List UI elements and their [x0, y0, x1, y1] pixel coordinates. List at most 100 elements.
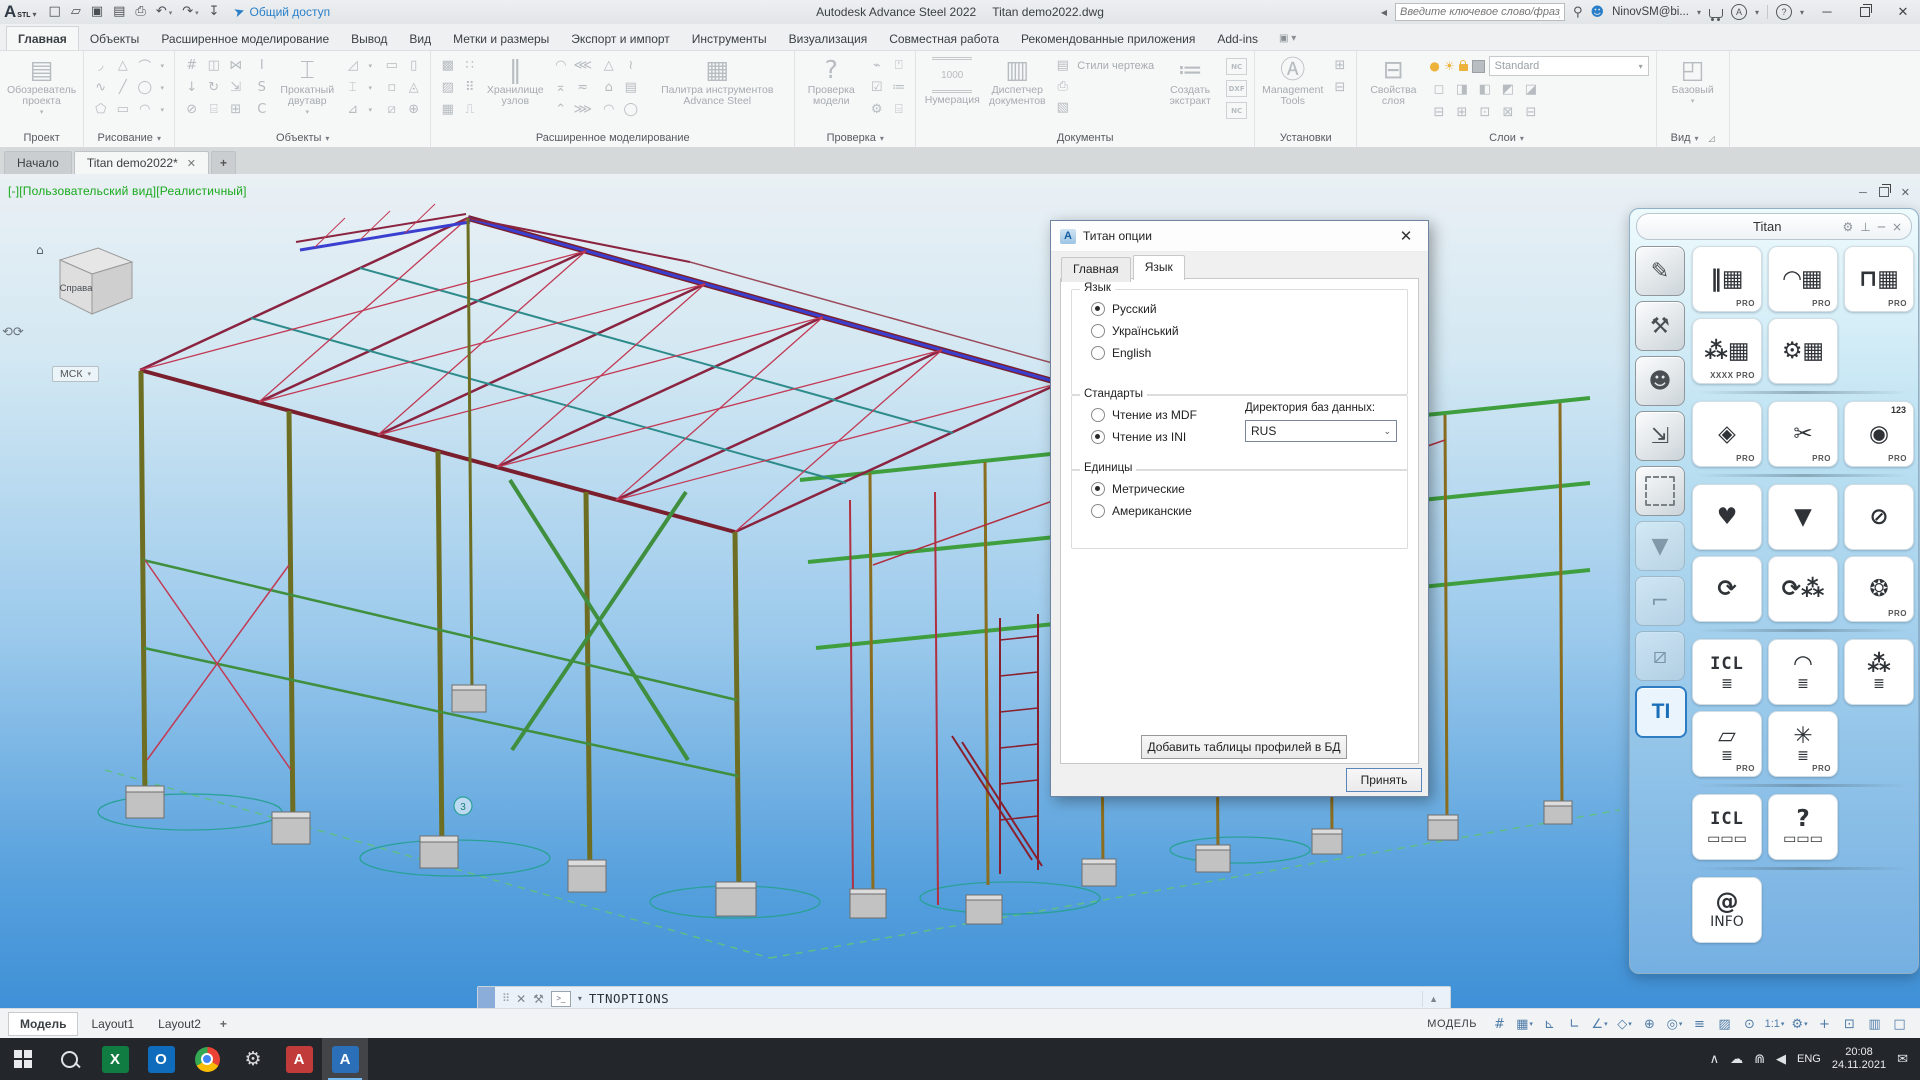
- viewport-controls-label[interactable]: [-][Пользовательский вид][Реалистичный]: [8, 184, 247, 198]
- ribbon-tool-icon[interactable]: ⌸: [889, 99, 908, 120]
- ortho-mode-icon[interactable]: ∟: [1562, 1013, 1587, 1035]
- tool-frame-tables[interactable]: ◠▦PRO: [1768, 246, 1838, 312]
- layer-tool-icon[interactable]: ◧: [1475, 79, 1494, 100]
- layer-tool-icon[interactable]: ◻: [1429, 79, 1448, 100]
- ribbon-tool-icon[interactable]: ⌸: [204, 99, 223, 120]
- document-tab[interactable]: Начало: [4, 151, 72, 174]
- ribbon-tool-icon[interactable]: ⊞: [1330, 55, 1349, 76]
- ribbon-button[interactable]: ⒶManagement Tools: [1262, 55, 1323, 107]
- clock[interactable]: 20:08 24.11.2021: [1832, 1046, 1886, 1072]
- dropdown-caret-icon[interactable]: ▾: [195, 9, 199, 17]
- advance-steel-logo-icon[interactable]: ASTL ▾: [4, 2, 41, 22]
- ribbon-tab[interactable]: Вид: [398, 27, 442, 50]
- ribbon-tool-icon[interactable]: ▯: [404, 55, 423, 76]
- restore-button[interactable]: [1850, 0, 1880, 24]
- radio-button[interactable]: [1091, 482, 1105, 496]
- ribbon-tool-icon[interactable]: ▨: [438, 77, 457, 98]
- ribbon-button[interactable]: ⌶Прокатный двутавр▾: [278, 55, 336, 116]
- ribbon-tool-icon[interactable]: ◯: [135, 77, 154, 98]
- dropdown-caret-icon[interactable]: ▾: [1628, 1020, 1632, 1028]
- layer-tool-icon[interactable]: ◩: [1498, 79, 1517, 100]
- ribbon-tool-icon[interactable]: ↓: [182, 77, 201, 98]
- dropdown-caret-icon[interactable]: ▾: [157, 55, 167, 76]
- tool-camera-numbering[interactable]: ◉123PRO: [1844, 401, 1914, 467]
- add-profile-tables-button[interactable]: Добавить таблицы профилей в БД: [1141, 735, 1347, 759]
- dialog-tab[interactable]: Язык: [1133, 255, 1185, 280]
- ribbon-tool-row[interactable]: ▧: [1053, 97, 1154, 118]
- tool-icl-layers[interactable]: ICL≣: [1692, 639, 1762, 705]
- user-profile-tool[interactable]: ☻: [1635, 356, 1685, 406]
- graphics-performance-icon[interactable]: ▥: [1862, 1013, 1887, 1035]
- command-prompt-icon[interactable]: >_: [551, 991, 571, 1007]
- tool-turbo[interactable]: ❂PRO: [1844, 556, 1914, 622]
- ribbon-tool-icon[interactable]: ▭: [382, 55, 401, 76]
- document-tab[interactable]: Titan demo2022*✕: [74, 151, 209, 174]
- user-name[interactable]: NinovSM@bi...: [1612, 6, 1689, 18]
- ribbon-tool-icon[interactable]: ◯: [621, 99, 640, 120]
- tool-update-profiles-locked[interactable]: ⟳: [1692, 556, 1762, 622]
- hidden-icons-chevron[interactable]: ∧: [1710, 1052, 1720, 1067]
- ribbon-tool-icon[interactable]: ◠: [551, 55, 570, 76]
- pencil-tool[interactable]: ✎: [1635, 246, 1685, 296]
- ribbon-tab[interactable]: Главная: [6, 26, 79, 50]
- ribbon-tool-row[interactable]: ⎙: [1053, 76, 1154, 97]
- close-button[interactable]: ✕: [1888, 0, 1918, 24]
- search-input[interactable]: [1395, 3, 1565, 21]
- ribbon-tool-icon[interactable]: ╱: [113, 77, 132, 98]
- dropdown-caret-icon[interactable]: ▾: [365, 55, 375, 76]
- viewport-restore-icon[interactable]: [1879, 186, 1889, 199]
- new-file-icon[interactable]: □: [49, 0, 61, 24]
- dialog-title-bar[interactable]: A Титан опции ✕: [1051, 221, 1428, 252]
- isolate-objects-icon[interactable]: ⊡: [1837, 1013, 1862, 1035]
- ribbon-tool-icon[interactable]: ⚙: [867, 99, 886, 120]
- advance-steel-running-icon[interactable]: A: [322, 1038, 368, 1080]
- command-input[interactable]: TTNOPTIONS: [589, 991, 669, 1006]
- ribbon-tool-icon[interactable]: ◫: [204, 55, 223, 76]
- ribbon-tool-icon[interactable]: ▤: [621, 77, 640, 98]
- accept-button[interactable]: Принять: [1346, 768, 1422, 792]
- ribbon-tool-icon[interactable]: ⇲: [226, 77, 245, 98]
- drag-handle-icon[interactable]: ⠿: [502, 992, 509, 1005]
- ribbon-button[interactable]: ▥Диспетчер документов: [988, 55, 1046, 107]
- save-icon[interactable]: ▣: [91, 0, 103, 24]
- layout-tab[interactable]: Модель: [8, 1012, 78, 1036]
- radio-button[interactable]: [1091, 324, 1105, 338]
- radio-button[interactable]: [1091, 430, 1105, 444]
- palette-pin-icon[interactable]: ⊥: [1860, 220, 1870, 234]
- autodesk-app-icon[interactable]: A: [1731, 4, 1747, 20]
- grid-display-icon[interactable]: #: [1487, 1013, 1512, 1035]
- radio-button[interactable]: [1091, 302, 1105, 316]
- ribbon-tool-icon[interactable]: ◞: [91, 55, 110, 76]
- customize-qat-icon[interactable]: ↧: [209, 0, 220, 24]
- polar-tracking-icon[interactable]: ∠▾: [1587, 1013, 1612, 1035]
- isodraft-icon[interactable]: ◇▾: [1612, 1013, 1637, 1035]
- layout-tab[interactable]: Layout2: [147, 1013, 212, 1035]
- ribbon-tool-icon[interactable]: ⌶: [343, 77, 362, 98]
- onedrive-cloud-icon[interactable]: ☁: [1730, 1052, 1743, 1067]
- radio-option[interactable]: Американские: [1091, 504, 1398, 518]
- layer-tool-icon[interactable]: ⊞: [1452, 102, 1471, 123]
- ribbon-group-label[interactable]: Рисование▾: [84, 129, 174, 147]
- tool-plate-layers[interactable]: ▱≣PRO: [1692, 711, 1762, 777]
- ribbon-tool-icon[interactable]: ▭: [113, 99, 132, 120]
- tool-mesh[interactable]: ◈PRO: [1692, 401, 1762, 467]
- notifications-icon[interactable]: ✉: [1897, 1052, 1908, 1067]
- viewcube-home-icon[interactable]: ⌂: [36, 243, 44, 257]
- tool-columns-tables[interactable]: ‖▦PRO: [1692, 246, 1762, 312]
- ribbon-button[interactable]: ▦Палитра инструментов Advance Steel: [647, 55, 787, 107]
- tool-beam-bolts-layers[interactable]: ⁂≣: [1844, 639, 1914, 705]
- ribbon-tab[interactable]: Визуализация: [778, 27, 879, 50]
- layer-tool-icon[interactable]: ⊟: [1521, 102, 1540, 123]
- ribbon-tab[interactable]: Инструменты: [681, 27, 778, 50]
- ribbon-tool-icon[interactable]: ⌅: [551, 77, 570, 98]
- ribbon-tool-icon[interactable]: ◬: [404, 77, 423, 98]
- palette-gear-icon[interactable]: ⚙: [1842, 220, 1853, 234]
- ribbon-tool-icon[interactable]: ⊞: [226, 99, 245, 120]
- ribbon-tool-icon[interactable]: S: [252, 77, 271, 98]
- undo-icon[interactable]: ↶▾: [156, 0, 172, 25]
- dropdown-caret-icon[interactable]: ▾: [1781, 1020, 1785, 1028]
- object-snap-icon[interactable]: ◎▾: [1662, 1013, 1687, 1035]
- new-tab-button[interactable]: +: [211, 151, 236, 174]
- ribbon-tab[interactable]: Совместная работа: [878, 27, 1010, 50]
- help-caret-icon[interactable]: ▾: [1800, 8, 1804, 17]
